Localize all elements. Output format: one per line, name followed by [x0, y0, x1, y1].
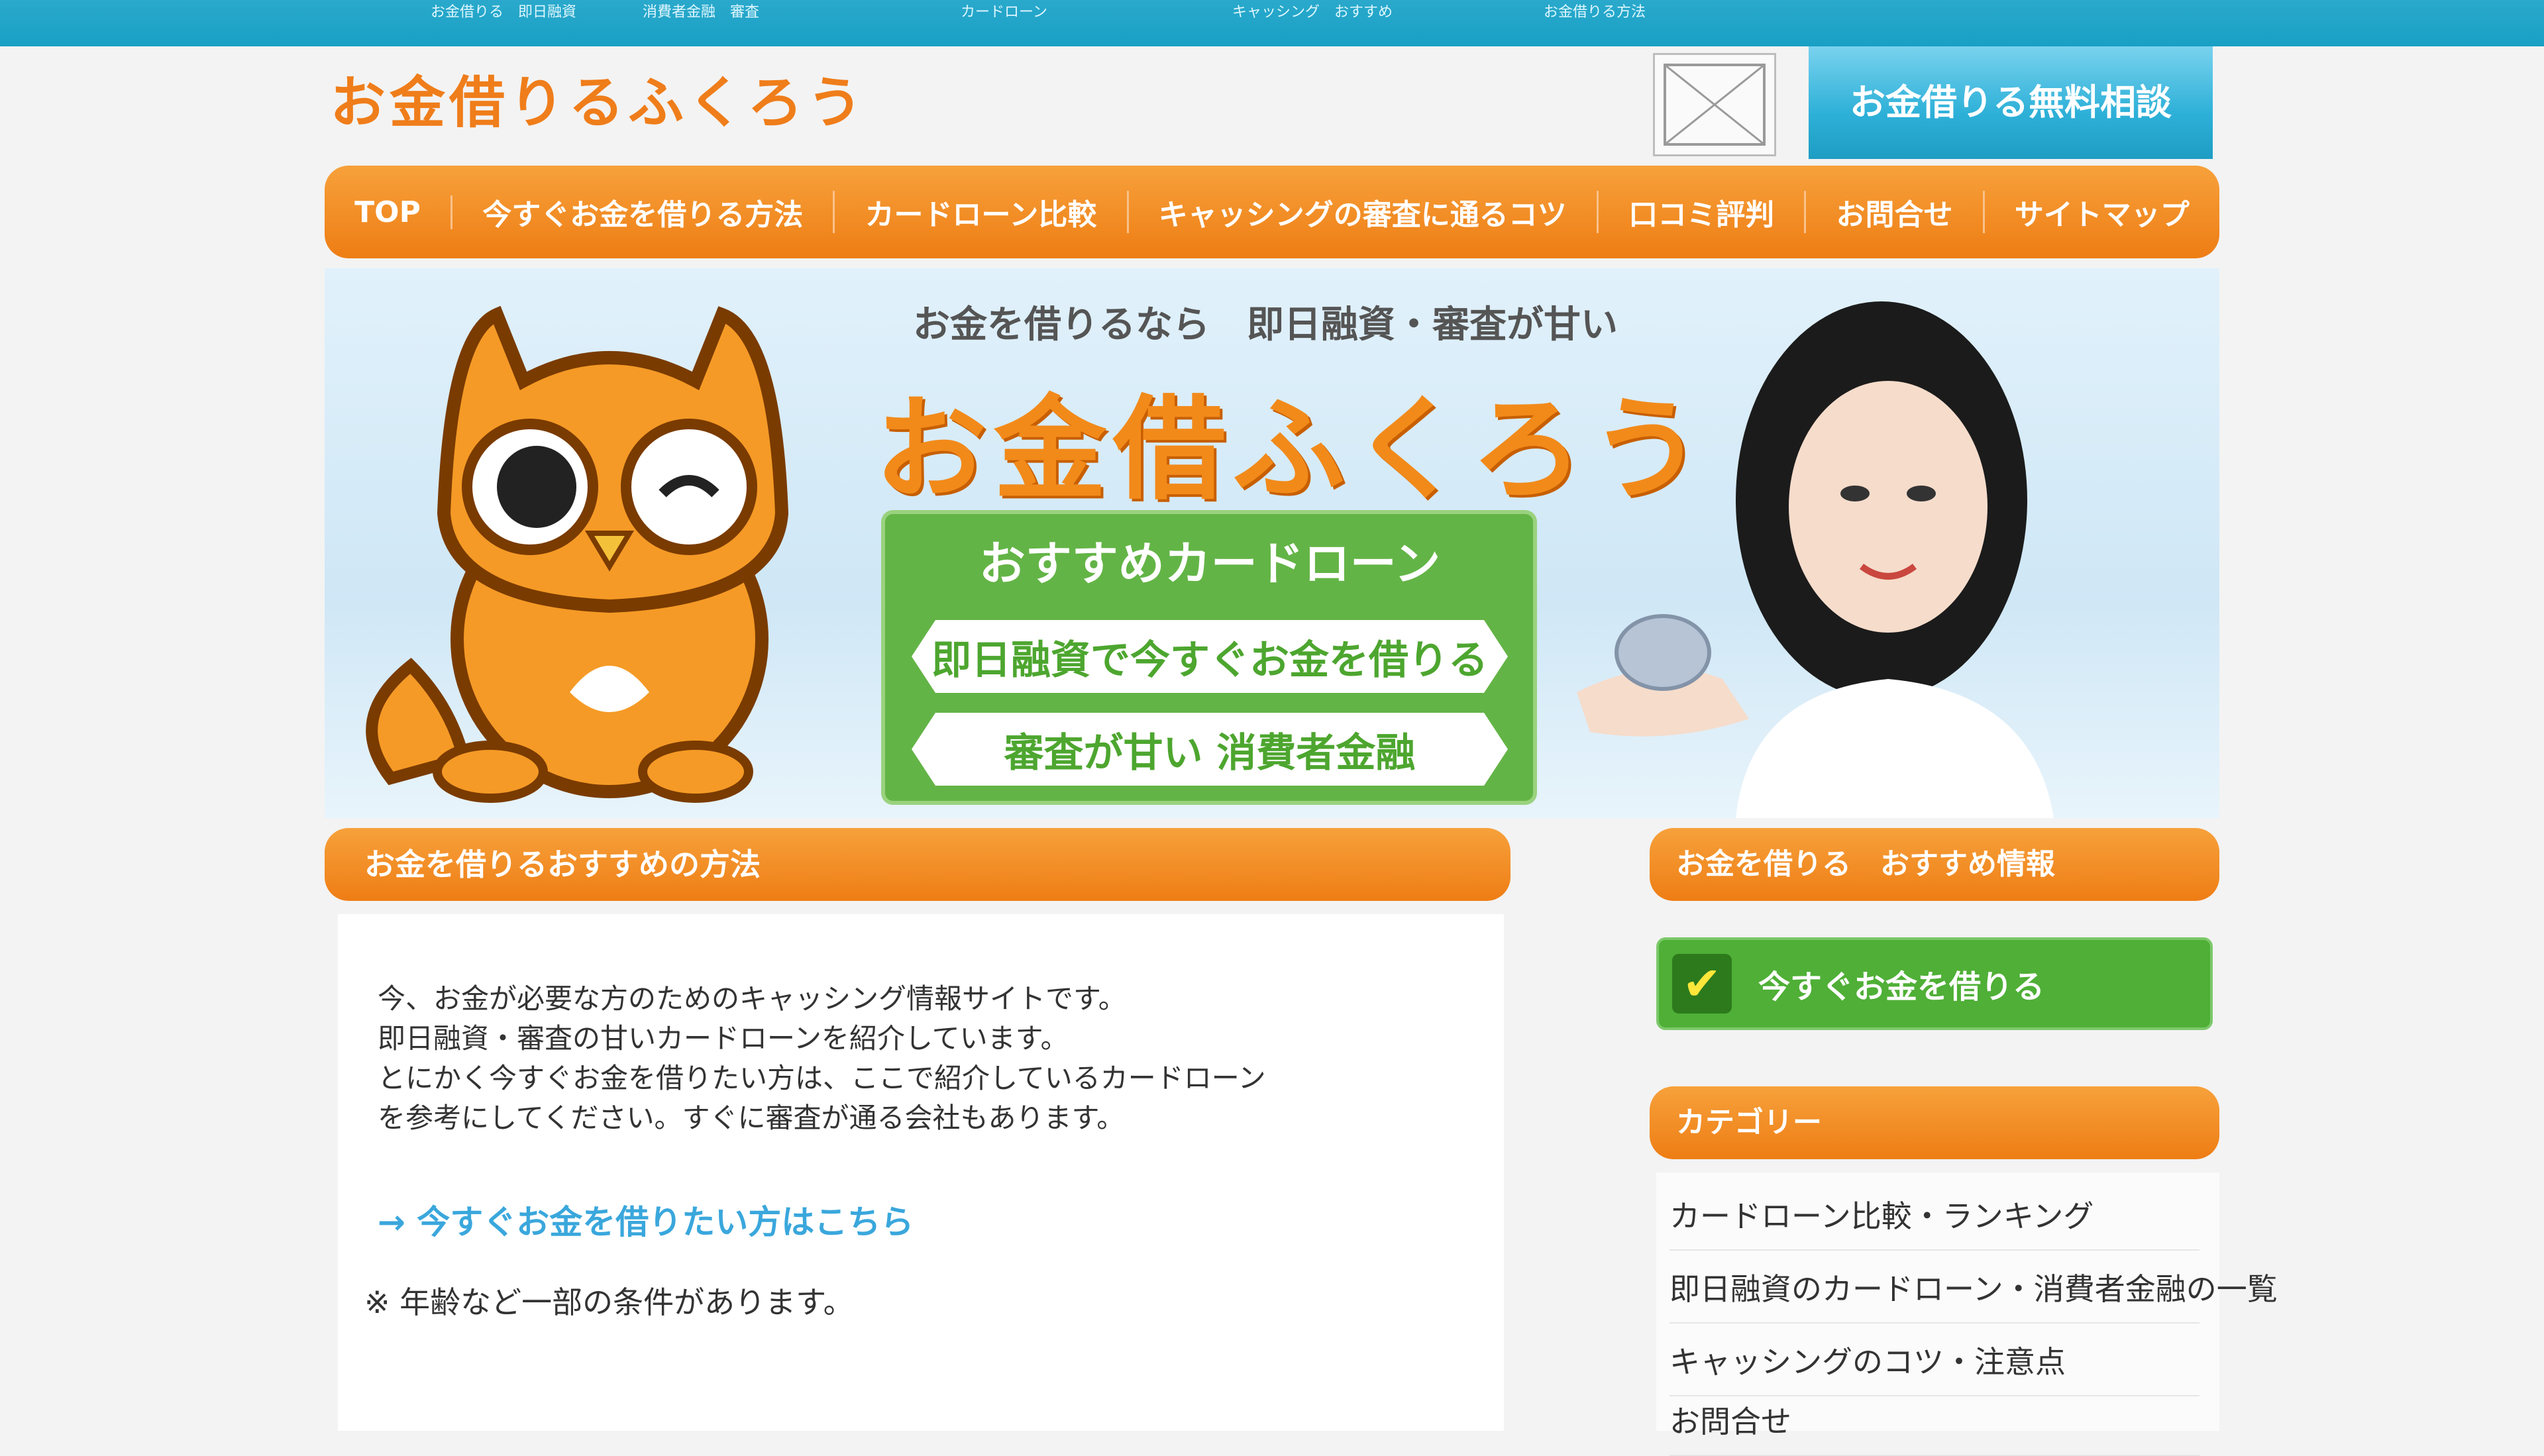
hero-recommend-panel: おすすめカードローン 即日融資で今すぐお金を借りる 審査が甘い 消費者金融 — [881, 510, 1537, 805]
hero-row-1[interactable]: 即日融資で今すぐお金を借りる — [912, 620, 1508, 693]
woman-photo-icon — [1577, 301, 2054, 818]
main-paragraph-3: とにかく今すぐお金を借りたい方は、ここで紹介しているカードローン — [378, 1062, 1266, 1094]
hero-green-heading: おすすめカードローン — [979, 537, 1441, 591]
sidebar-list-item[interactable]: 即日融資のカードローン・消費者金融の一覧 — [1670, 1265, 2278, 1324]
nav-item-compare[interactable]: カードローン比較 — [835, 191, 1129, 233]
main-section-title: お金を借りるおすすめの方法 — [325, 828, 1510, 901]
owl-mascot-icon — [366, 305, 789, 803]
top-bar: お金借りる 即日融資 消費者金融 審査 カードローン キャッシング おすすめ お… — [0, 0, 2544, 46]
page: お金借りるふくろう お金借りる無料相談 TOP 今すぐお金を借りる方法 カードロ… — [325, 46, 2278, 1456]
main-link[interactable]: → 今すぐお金を借りたい方はこちら — [378, 1196, 914, 1243]
sidebar-title-info: お金を借りる おすすめ情報 — [1650, 828, 2219, 901]
site-logo[interactable]: お金借りるふくろう — [330, 66, 867, 139]
nav-item-tips[interactable]: キャッシングの審査に通るコツ — [1129, 191, 1599, 233]
sidebar-category-list: カードローン比較・ランキング 即日融資のカードローン・消費者金融の一覧 キャッシ… — [1656, 1172, 2278, 1456]
sidebar-list-item[interactable]: カードローン比較・ランキング — [1670, 1192, 2200, 1251]
main-paragraph-4: を参考にしてください。すぐに審査が通る会社もあります。 — [378, 1102, 1125, 1134]
nav-item-sitemap[interactable]: サイトマップ — [1985, 191, 2219, 233]
main-note: ※ 年齢など一部の条件があります。 — [364, 1284, 854, 1320]
consultation-button[interactable]: お金借りる無料相談 — [1809, 46, 2213, 159]
hero-tagline: お金を借りるなら 即日融資・審査が甘い — [913, 303, 1618, 346]
sidebar-title-category: カテゴリー — [1650, 1086, 2219, 1159]
hero-title: お金借ふくろう — [874, 384, 1710, 515]
hero-row-2[interactable]: 審査が甘い 消費者金融 — [912, 713, 1508, 786]
top-links: お金借りる 即日融資 消費者金融 審査 カードローン キャッシング おすすめ お… — [0, 0, 2544, 26]
sidebar-borrow-label: 今すぐお金を借りる — [1758, 968, 2045, 1006]
image-placeholder-icon — [1653, 53, 1776, 156]
sidebar-borrow-button[interactable]: ✔ 今すぐお金を借りる — [1656, 937, 2213, 1030]
hero-banner[interactable]: お金を借りるなら 即日融資・審査が甘い お金借ふくろう おすすめカードローン 即… — [325, 268, 2219, 818]
sidebar-list-item[interactable]: お問合せ — [1670, 1398, 2200, 1456]
top-link-1[interactable]: お金借りる 即日融資 — [431, 3, 576, 23]
sidebar-list-item[interactable]: キャッシングのコツ・注意点 — [1670, 1338, 2200, 1396]
main-content: 今、お金が必要な方のためのキャッシング情報サイトです。 即日融資・審査の甘いカー… — [338, 914, 1504, 1431]
top-link-5[interactable]: お金借りる方法 — [1544, 3, 1646, 23]
check-icon: ✔ — [1672, 954, 1732, 1014]
nav-item-borrow[interactable]: 今すぐお金を借りる方法 — [452, 191, 835, 233]
top-link-2[interactable]: 消費者金融 審査 — [643, 3, 759, 23]
main-nav: TOP 今すぐお金を借りる方法 カードローン比較 キャッシングの審査に通るコツ … — [325, 166, 2219, 258]
top-link-4[interactable]: キャッシング おすすめ — [1232, 3, 1393, 23]
top-link-3[interactable]: カードローン — [961, 3, 1047, 23]
nav-item-reviews[interactable]: 口コミ評判 — [1599, 191, 1807, 233]
nav-item-top[interactable]: TOP — [325, 195, 453, 229]
main-paragraph-1: 今、お金が必要な方のためのキャッシング情報サイトです。 — [378, 982, 1126, 1015]
nav-item-contact[interactable]: お問合せ — [1806, 191, 1985, 233]
main-paragraph-2: 即日融資・審査の甘いカードローンを紹介しています。 — [378, 1022, 1069, 1055]
